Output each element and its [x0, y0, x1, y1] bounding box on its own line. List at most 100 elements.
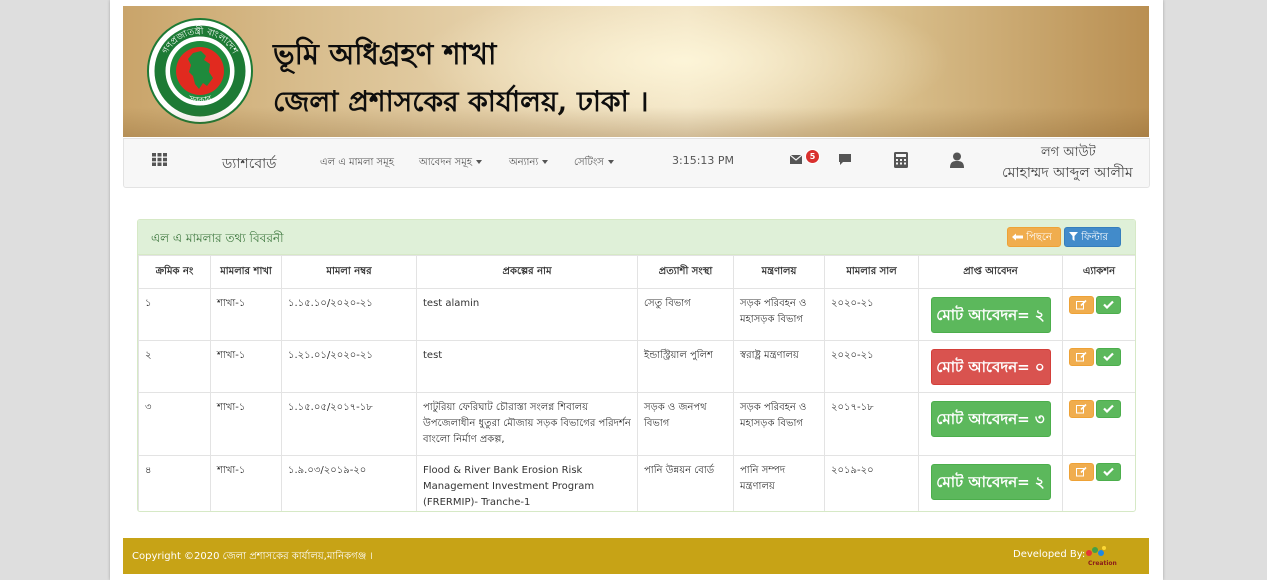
cell-ministry: পানি সম্পদ মন্ত্রণালয়	[733, 455, 825, 511]
cell-case-no[interactable]: ১.১৫.০৫/২০১৭-১৮	[281, 392, 417, 456]
filter-button[interactable]: ফিল্টার	[1064, 227, 1121, 247]
filter-label: ফিল্টার	[1081, 232, 1109, 243]
edit-button[interactable]	[1069, 463, 1094, 481]
col-case-no: মামলা নম্বর	[281, 255, 417, 289]
mail-count-badge: 5	[805, 149, 820, 164]
caret-down-icon	[607, 160, 614, 164]
user-icon[interactable]	[950, 152, 964, 171]
approve-button[interactable]	[1096, 348, 1121, 366]
calculator-icon[interactable]	[894, 152, 908, 171]
cell-serial: ৪	[138, 455, 211, 511]
banner-title-office: জেলা প্রশাসকের কার্যালয়, ঢাকা ।	[273, 85, 649, 118]
table-row: ১ শাখা-১ ১.১৫.১০/২০২০-২১ test alamin সেত…	[138, 288, 1135, 341]
cell-project: test	[416, 340, 638, 393]
approve-button[interactable]	[1096, 463, 1121, 481]
col-applications: প্রাপ্ত আবেদন	[918, 255, 1063, 289]
cell-serial: ১	[138, 288, 211, 341]
cell-case-no[interactable]: ১.১৫.১০/২০২০-২১	[281, 288, 417, 341]
banner-title-section: ভূমি অধিগ্রহণ শাখা	[273, 37, 497, 71]
cell-year: ২০১৭-১৮	[824, 392, 919, 456]
panel-header: এল এ মামলার তথ্য বিবরনী পিছনে ফিল্টার	[138, 220, 1135, 255]
total-applications-button[interactable]: মোট আবেদন= ২	[930, 297, 1051, 333]
cell-ministry: সড়ক পরিবহন ও মহাসড়ক বিভাগ	[733, 392, 825, 456]
cases-panel: এল এ মামলার তথ্য বিবরনী পিছনে ফিল্টার ক্…	[137, 219, 1136, 512]
cell-branch: শাখা-১	[210, 392, 282, 456]
cases-table: ক্রমিক নং মামলার শাখা মামলা নম্বর প্রকল্…	[138, 255, 1135, 511]
comment-icon[interactable]	[839, 154, 851, 168]
col-serial: ক্রমিক নং	[138, 255, 211, 289]
cell-project: test alamin	[416, 288, 638, 341]
page-footer: Copyright ©2020 জেলা প্রশাসকের কার্যালয়…	[123, 538, 1149, 574]
back-button[interactable]: পিছনে	[1007, 227, 1061, 247]
cell-ministry: সড়ক পরিবহন ও মহাসড়ক বিভাগ	[733, 288, 825, 341]
cell-serial: ৩	[138, 392, 211, 456]
edit-icon	[1076, 352, 1087, 362]
filter-icon	[1069, 232, 1078, 241]
top-navbar: ড্যাশবোর্ড এল এ মামলা সমূহ আবেদন সমূহ অন…	[123, 138, 1150, 188]
cell-action	[1062, 340, 1135, 393]
cell-agency: সড়ক ও জনপথ বিভাগ	[637, 392, 734, 456]
cell-agency: ইন্ডাস্ট্রিয়াল পুলিশ	[637, 340, 734, 393]
cell-ministry: স্বরাষ্ট্র মন্ত্রণালয়	[733, 340, 825, 393]
cell-branch: শাখা-১	[210, 288, 282, 341]
check-icon	[1103, 300, 1114, 309]
back-label: পিছনে	[1026, 232, 1052, 243]
edit-button[interactable]	[1069, 296, 1094, 314]
approve-button[interactable]	[1096, 400, 1121, 418]
col-project: প্রকল্পের নাম	[416, 255, 638, 289]
edit-icon	[1076, 300, 1087, 310]
hand-left-icon	[1012, 233, 1023, 241]
cell-case-no[interactable]: ১.২১.০১/২০২০-২১	[281, 340, 417, 393]
edit-button[interactable]	[1069, 400, 1094, 418]
cell-branch: শাখা-১	[210, 340, 282, 393]
page: গণপ্রজাতন্ত্রী বাংলাদেশ সরকার ভূমি অধিগ্…	[110, 0, 1163, 580]
edit-button[interactable]	[1069, 348, 1094, 366]
check-icon	[1103, 467, 1114, 476]
col-action: এ্যাকশন	[1062, 255, 1135, 289]
cell-action	[1062, 455, 1135, 511]
caret-down-icon	[542, 160, 549, 164]
table-row: ৩ শাখা-১ ১.১৫.০৫/২০১৭-১৮ পাটুরিয়া ফেরিঘ…	[138, 392, 1135, 456]
nav-settings-label: সেটিংস	[574, 157, 604, 168]
panel-title: এল এ মামলার তথ্য বিবরনী	[151, 231, 284, 245]
header-banner: গণপ্রজাতন্ত্রী বাংলাদেশ সরকার ভূমি অধিগ্…	[123, 6, 1149, 137]
cell-applications: মোট আবেদন= ৩	[918, 392, 1063, 456]
cell-year: ২০২০-২১	[824, 340, 919, 393]
col-agency: প্রত্যাশী সংস্থা	[637, 255, 734, 289]
col-ministry: মন্ত্রণালয়	[733, 255, 825, 289]
table-row: ৪ শাখা-১ ১.৯.০৩/২০১৯-২০ Flood & River Ba…	[138, 455, 1135, 511]
cell-project: পাটুরিয়া ফেরিঘাট চৌরাস্তা সংলগ্ন শিবালয…	[416, 392, 638, 456]
footer-developed-by: Developed By:	[1013, 549, 1086, 560]
check-icon	[1103, 352, 1114, 361]
table-header-row: ক্রমিক নং মামলার শাখা মামলা নম্বর প্রকল্…	[138, 255, 1135, 289]
cell-branch: শাখা-১	[210, 455, 282, 511]
nav-applications-label: আবেদন সমূহ	[419, 157, 473, 168]
approve-button[interactable]	[1096, 296, 1121, 314]
grid-icon[interactable]	[152, 153, 167, 169]
cell-action	[1062, 392, 1135, 456]
cell-project: Flood & River Bank Erosion Risk Manageme…	[416, 455, 638, 511]
nav-settings-dropdown[interactable]: সেটিংস	[574, 155, 614, 172]
nav-others-label: অন্যান্য	[509, 157, 539, 168]
user-name: মোহাম্মদ আব্দুল আলীম	[1002, 165, 1133, 181]
total-applications-button[interactable]: মোট আবেদন= ০	[930, 349, 1051, 385]
nav-applications-dropdown[interactable]: আবেদন সমূহ	[419, 155, 483, 172]
cell-case-no[interactable]: ১.৯.০৩/২০১৯-২০	[281, 455, 417, 511]
cell-year: ২০১৯-২০	[824, 455, 919, 511]
cell-applications: মোট আবেদন= ০	[918, 340, 1063, 393]
edit-icon	[1076, 467, 1087, 477]
caret-down-icon	[476, 160, 483, 164]
cell-applications: মোট আবেদন= ২	[918, 455, 1063, 511]
cell-agency: পানি উন্নয়ন বোর্ড	[637, 455, 734, 511]
envelope-icon[interactable]	[789, 154, 803, 167]
cell-agency: সেতু বিভাগ	[637, 288, 734, 341]
nav-dashboard[interactable]: ড্যাশবোর্ড	[222, 152, 277, 176]
nav-la-cases[interactable]: এল এ মামলা সমূহ	[320, 155, 394, 172]
total-applications-button[interactable]: মোট আবেদন= ৩	[930, 401, 1051, 437]
col-year: মামলার সাল	[824, 255, 919, 289]
government-seal-logo: গণপ্রজাতন্ত্রী বাংলাদেশ সরকার	[147, 18, 253, 124]
col-branch: মামলার শাখা	[210, 255, 282, 289]
total-applications-button[interactable]: মোট আবেদন= ২	[930, 464, 1051, 500]
cell-action	[1062, 288, 1135, 341]
nav-others-dropdown[interactable]: অন্যান্য	[509, 155, 549, 172]
